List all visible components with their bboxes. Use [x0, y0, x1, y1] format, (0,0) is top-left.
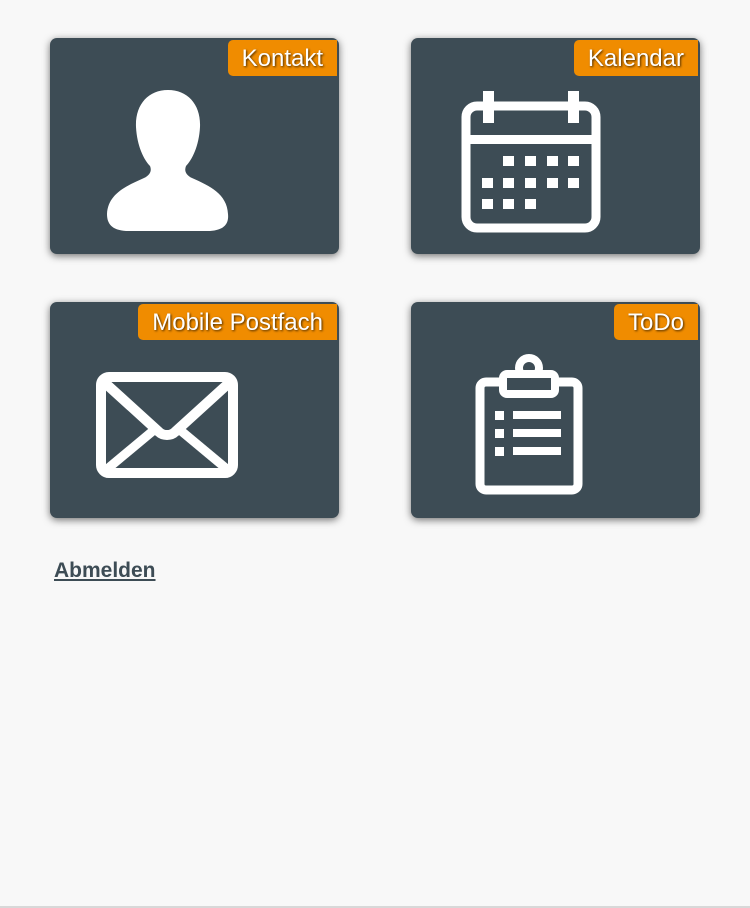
calendar-icon	[461, 91, 601, 233]
tile-label-kalendar: Kalendar	[573, 40, 698, 76]
tile-label-mobile-postfach: Mobile Postfach	[138, 304, 337, 340]
user-icon	[106, 90, 230, 234]
tile-label-todo: ToDo	[613, 304, 698, 340]
logout-link[interactable]: Abmelden	[54, 559, 156, 583]
envelope-icon	[96, 372, 238, 478]
clipboard-icon	[475, 354, 583, 496]
tile-todo[interactable]: ToDo	[411, 302, 700, 518]
dashboard-page: Kontakt Kalendar Mobile Postfach ToDo Ab…	[0, 0, 750, 908]
tile-label-kontakt: Kontakt	[227, 40, 337, 76]
tile-mobile-postfach[interactable]: Mobile Postfach	[50, 302, 339, 518]
tile-kontakt[interactable]: Kontakt	[50, 38, 339, 254]
tile-kalendar[interactable]: Kalendar	[411, 38, 700, 254]
